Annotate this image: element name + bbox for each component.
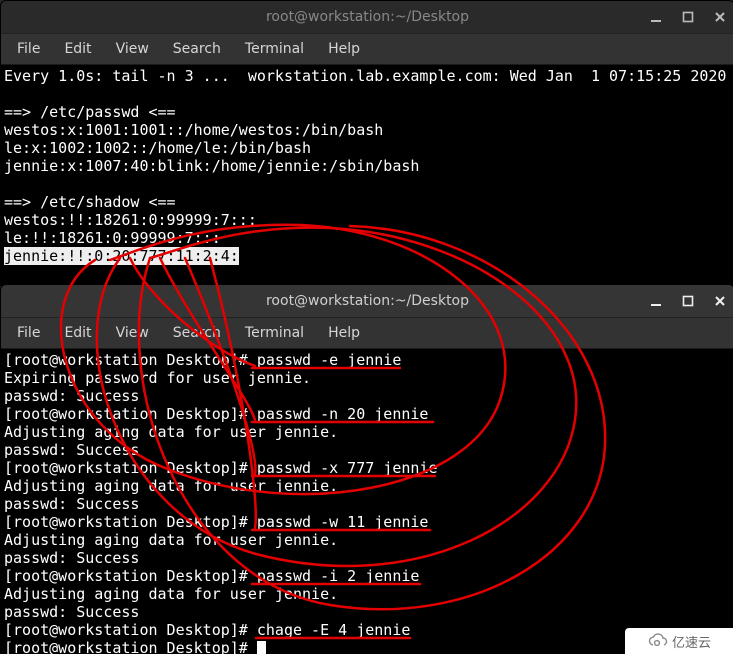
- minimize-button[interactable]: [646, 291, 666, 311]
- prompt: [root@workstation Desktop]#: [4, 639, 257, 654]
- output-line: passwd: Success: [4, 495, 139, 513]
- prompt: [root@workstation Desktop]#: [4, 459, 257, 477]
- output-line: Adjusting aging data for user jennie.: [4, 423, 338, 441]
- output-line: passwd: Success: [4, 603, 139, 621]
- menu-edit[interactable]: Edit: [54, 321, 101, 345]
- cmd: passwd -n 20 jennie: [257, 405, 429, 423]
- menu-terminal[interactable]: Terminal: [235, 37, 314, 61]
- menu-view[interactable]: View: [106, 37, 159, 61]
- terminal-window-1: root@workstation:~/Desktop File Edit Vie…: [0, 0, 733, 286]
- menu-view[interactable]: View: [106, 321, 159, 345]
- maximize-button[interactable]: [678, 7, 698, 27]
- prompt: [root@workstation Desktop]#: [4, 351, 257, 369]
- window-title-2: root@workstation:~/Desktop: [266, 293, 469, 309]
- term1-line: ==> /etc/shadow <==: [4, 193, 176, 211]
- menu-file[interactable]: File: [7, 321, 50, 345]
- menu-edit[interactable]: Edit: [54, 37, 101, 61]
- term1-line: westos:!!:18261:0:99999:7:::: [4, 211, 257, 229]
- terminal-output-2[interactable]: [root@workstation Desktop]# passwd -e je…: [1, 349, 733, 654]
- minimize-button[interactable]: [646, 7, 666, 27]
- terminal-window-2: root@workstation:~/Desktop File Edit Vie…: [0, 284, 733, 654]
- term1-line: le:x:1002:1002::/home/le:/bin/bash: [4, 139, 311, 157]
- watermark: 亿速云: [625, 628, 733, 654]
- close-button[interactable]: [710, 7, 730, 27]
- term1-line-highlight: jennie:!!:0:20:777:11:2:4:: [4, 247, 239, 265]
- menubar-2: File Edit View Search Terminal Help: [1, 318, 733, 349]
- menu-search[interactable]: Search: [163, 37, 231, 61]
- output-line: Adjusting aging data for user jennie.: [4, 531, 338, 549]
- cloud-icon: [647, 633, 669, 649]
- term1-line: Every 1.0s: tail -n 3 ... workstation.la…: [4, 67, 726, 85]
- output-line: Expiring password for user jennie.: [4, 369, 311, 387]
- menu-terminal[interactable]: Terminal: [235, 321, 314, 345]
- cursor-icon: [257, 641, 266, 654]
- term1-line: le:!!:18261:0:99999:7:::: [4, 229, 221, 247]
- close-button[interactable]: [710, 291, 730, 311]
- menu-help[interactable]: Help: [318, 321, 370, 345]
- titlebar-2[interactable]: root@workstation:~/Desktop: [1, 285, 733, 318]
- prompt: [root@workstation Desktop]#: [4, 405, 257, 423]
- cmd: chage -E 4 jennie: [257, 621, 411, 639]
- menu-search[interactable]: Search: [163, 321, 231, 345]
- menu-help[interactable]: Help: [318, 37, 370, 61]
- term1-line: westos:x:1001:1001::/home/westos:/bin/ba…: [4, 121, 383, 139]
- output-line: Adjusting aging data for user jennie.: [4, 585, 338, 603]
- cmd: passwd -x 777 jennie: [257, 459, 438, 477]
- terminal-output-1[interactable]: Every 1.0s: tail -n 3 ... workstation.la…: [1, 65, 733, 267]
- output-line: passwd: Success: [4, 549, 139, 567]
- output-line: passwd: Success: [4, 441, 139, 459]
- term1-line: ==> /etc/passwd <==: [4, 103, 176, 121]
- watermark-text: 亿速云: [672, 632, 711, 651]
- menubar-1: File Edit View Search Terminal Help: [1, 34, 733, 65]
- term1-line: jennie:x:1007:40:blink:/home/jennie:/sbi…: [4, 157, 419, 175]
- prompt: [root@workstation Desktop]#: [4, 513, 257, 531]
- prompt: [root@workstation Desktop]#: [4, 567, 257, 585]
- maximize-button[interactable]: [678, 291, 698, 311]
- prompt: [root@workstation Desktop]#: [4, 621, 257, 639]
- window-title-1: root@workstation:~/Desktop: [266, 9, 469, 25]
- window-controls-1: [646, 1, 730, 33]
- menu-file[interactable]: File: [7, 37, 50, 61]
- titlebar-1[interactable]: root@workstation:~/Desktop: [1, 1, 733, 34]
- output-line: Adjusting aging data for user jennie.: [4, 477, 338, 495]
- cmd: passwd -e jennie: [257, 351, 402, 369]
- cmd: passwd -w 11 jennie: [257, 513, 429, 531]
- output-line: passwd: Success: [4, 387, 139, 405]
- window-controls-2: [646, 285, 730, 317]
- cmd: passwd -i 2 jennie: [257, 567, 420, 585]
